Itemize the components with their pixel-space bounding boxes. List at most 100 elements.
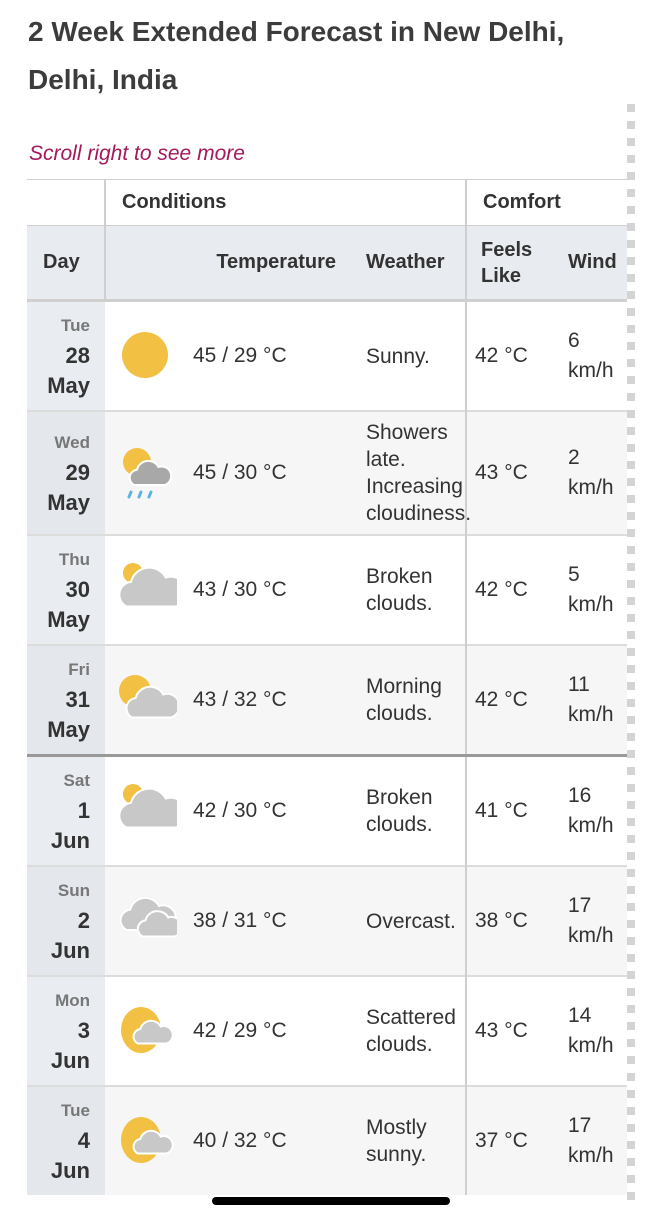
temperature-cell: 38 / 31 °C [185, 865, 348, 976]
month: May [47, 490, 90, 515]
mostly-sunny-icon [113, 1117, 177, 1163]
wind-cell: 11 km/h [554, 644, 627, 756]
weather-cell: Sunny. [348, 299, 466, 411]
feels-like-cell: 42 °C [465, 299, 554, 411]
weather-cell: Overcast. [348, 865, 466, 976]
weather-cell: Broken clouds. [348, 754, 466, 866]
day-number: 30 [65, 577, 90, 602]
feels-like-cell: 42 °C [465, 534, 554, 645]
day-cell: Wed 29 May [27, 410, 105, 535]
day-of-week: Thu [58, 550, 90, 569]
temperature-cell: 43 / 32 °C [185, 644, 348, 756]
forecast-table-container[interactable]: Conditions Comfort Day Temperature Weath… [27, 179, 627, 1209]
wind-cell: 6 km/h [554, 299, 627, 411]
column-header-feels-like[interactable]: Feels Like [465, 225, 554, 302]
weather-cell: Broken clouds. [348, 534, 466, 645]
day-of-week: Mon [55, 991, 90, 1010]
day-cell: Thu 30 May [27, 534, 105, 645]
scattered-clouds-icon [113, 1007, 177, 1053]
broken-clouds-icon [113, 784, 177, 829]
month: Jun [50, 938, 90, 963]
forecast-row: Mon 3 Jun 42 / 29 °C Scattered clouds. 4… [27, 975, 627, 1086]
day-of-week: Sat [63, 771, 90, 790]
day-number: 28 [65, 343, 90, 368]
month: May [47, 607, 90, 632]
day-number: 3 [77, 1018, 90, 1043]
wind-unit: km/h [568, 1144, 614, 1167]
feels-like-cell: 43 °C [465, 410, 554, 535]
wind-value: 6 [568, 329, 580, 352]
column-header-row: Day Temperature Weather Feels Like Wind [27, 225, 627, 302]
feels-like-cell: 38 °C [465, 865, 554, 976]
group-header-empty [27, 179, 105, 226]
wind-unit: km/h [568, 593, 614, 616]
column-header-wind[interactable]: Wind [554, 225, 627, 302]
sunny-icon [113, 332, 177, 378]
wind-unit: km/h [568, 703, 614, 726]
day-cell: Tue 28 May [27, 299, 105, 411]
wind-unit: km/h [568, 1034, 614, 1057]
day-cell: Mon 3 Jun [27, 975, 105, 1086]
month: Jun [50, 828, 90, 853]
month: May [47, 717, 90, 742]
forecast-row: Sat 1 Jun 42 / 30 °C Broken clouds. 41 °… [27, 754, 627, 866]
wind-value: 16 [568, 784, 592, 807]
weather-cell: Mostly sunny. [348, 1085, 466, 1195]
weather-icon-cell [105, 1085, 185, 1195]
feels-like-cell: 42 °C [465, 644, 554, 756]
home-indicator[interactable] [212, 1197, 450, 1205]
page-title: 2 Week Extended Forecast in New Delhi, D… [28, 16, 565, 95]
day-cell: Sun 2 Jun [27, 865, 105, 976]
broken-clouds-icon [113, 563, 177, 608]
group-header-conditions: Conditions [104, 179, 466, 226]
column-header-temperature[interactable]: Temperature [104, 225, 348, 302]
day-cell: Sat 1 Jun [27, 754, 105, 866]
overcast-icon [113, 896, 177, 938]
weather-icon-cell [105, 975, 185, 1086]
wind-cell: 5 km/h [554, 534, 627, 645]
forecast-table: Conditions Comfort Day Temperature Weath… [27, 179, 627, 1195]
wind-cell: 17 km/h [554, 865, 627, 976]
day-of-week: Wed [54, 433, 90, 452]
day-of-week: Fri [68, 660, 90, 679]
wind-unit: km/h [568, 924, 614, 947]
wind-unit: km/h [568, 814, 614, 837]
day-number: 31 [65, 687, 90, 712]
wind-value: 11 [568, 673, 590, 696]
group-header-comfort: Comfort [464, 179, 627, 226]
group-header-row: Conditions Comfort [27, 179, 627, 226]
day-number: 1 [77, 798, 90, 823]
weather-cell: Showers late. Increasing cloudiness. [348, 410, 471, 535]
day-of-week: Sun [57, 881, 90, 900]
day-of-week: Tue [61, 1101, 90, 1120]
temperature-cell: 42 / 30 °C [185, 754, 348, 866]
morning-clouds-icon [113, 675, 177, 719]
sun-rain-cloud-icon [113, 448, 177, 499]
weather-icon-cell [105, 534, 185, 645]
feels-like-cell: 37 °C [465, 1085, 554, 1195]
day-number: 2 [77, 908, 90, 933]
wind-unit: km/h [568, 359, 614, 382]
weather-icon-cell [105, 865, 185, 976]
month: Jun [50, 1048, 90, 1073]
wind-value: 2 [568, 446, 580, 469]
wind-cell: 17 km/h [554, 1085, 627, 1195]
temperature-cell: 45 / 30 °C [185, 410, 348, 535]
horizontal-scroll-indicator[interactable] [627, 104, 635, 1200]
wind-value: 17 [568, 894, 592, 917]
weather-icon-cell [105, 410, 185, 535]
weather-icon-cell [105, 299, 185, 411]
feels-like-cell: 41 °C [465, 754, 554, 866]
forecast-row: Wed 29 May 45 / 30 °C Showers late. Incr… [27, 410, 627, 535]
forecast-row: Tue 28 May 45 / 29 °C Sunny. 42 °C 6 km/… [27, 299, 627, 411]
wind-cell: 2 km/h [554, 410, 627, 535]
forecast-row: Sun 2 Jun 38 / 31 °C Overcast. 38 °C 17 … [27, 865, 627, 976]
column-header-day[interactable]: Day [27, 225, 105, 302]
weather-icon-cell [105, 754, 185, 866]
column-header-weather[interactable]: Weather [348, 225, 466, 302]
wind-cell: 16 km/h [554, 754, 627, 866]
wind-value: 14 [568, 1004, 592, 1027]
day-number: 29 [65, 460, 90, 485]
temperature-cell: 45 / 29 °C [185, 299, 348, 411]
day-of-week: Tue [61, 316, 90, 335]
